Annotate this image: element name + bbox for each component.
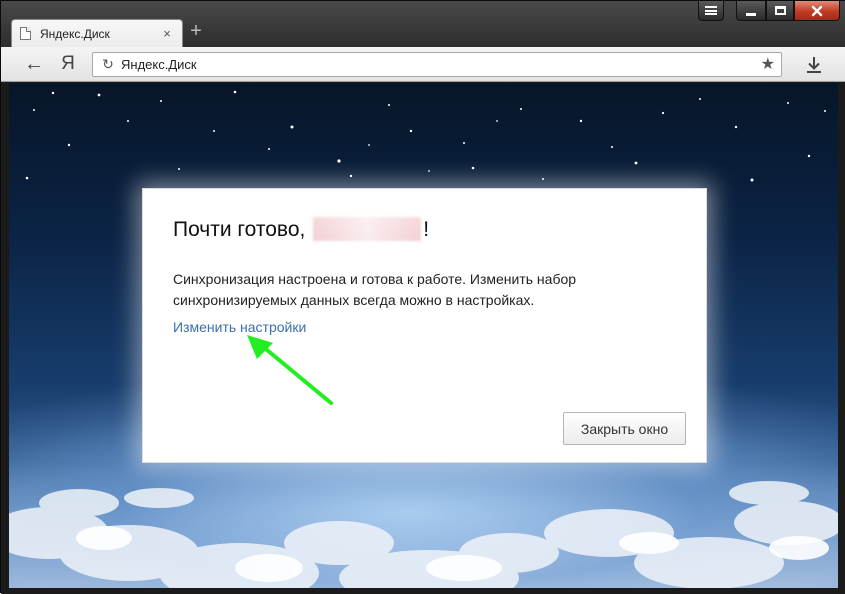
close-window-button[interactable]: Закрыть окно [563, 412, 686, 445]
browser-menu-button[interactable] [698, 1, 724, 21]
address-bar[interactable]: ↻ Яндекс.Диск ★ [92, 52, 782, 77]
address-text[interactable]: Яндекс.Диск [121, 57, 197, 73]
dialog-title-prefix: Почти готово, [173, 218, 306, 241]
annotation-arrow [247, 335, 333, 405]
hamburger-icon [705, 6, 717, 15]
download-icon [807, 56, 821, 73]
page-viewport: Почти готово, ! Синхронизация настроена … [9, 83, 838, 588]
window-right-edge [838, 83, 845, 594]
title-bar: Яндекс.Диск × + [1, 1, 845, 47]
minimize-button[interactable] [736, 1, 766, 21]
window-controls [698, 1, 840, 21]
browser-window: Яндекс.Диск × + ← Я ↻ Яндекс.Диск ★ Почт… [0, 0, 845, 594]
maximize-icon [774, 6, 786, 15]
blurred-username [313, 217, 422, 241]
star-icon[interactable]: ★ [761, 55, 775, 75]
dialog-body-text: Синхронизация настроена и готова к работ… [173, 271, 577, 308]
tab-yandex-disk[interactable]: Яндекс.Диск × [11, 19, 183, 47]
new-tab-button[interactable]: + [187, 21, 205, 41]
browser-toolbar: ← Я ↻ Яндекс.Диск ★ [1, 47, 845, 82]
minimize-icon [746, 12, 756, 16]
window-bottom-edge [1, 588, 845, 594]
tab-title: Яндекс.Диск [40, 26, 110, 41]
dialog-title-suffix: ! [423, 218, 430, 241]
page-icon [20, 27, 31, 40]
maximize-button[interactable] [766, 1, 794, 21]
back-button[interactable]: ← [23, 54, 45, 74]
tab-close-icon[interactable]: × [160, 26, 174, 41]
yandex-logo[interactable]: Я [59, 53, 77, 75]
close-icon [811, 5, 823, 16]
sync-ready-dialog: Почти готово, ! Синхронизация настроена … [142, 188, 707, 463]
window-close-button[interactable] [794, 1, 840, 21]
reload-icon[interactable]: ↻ [100, 56, 116, 73]
downloads-button[interactable] [799, 52, 829, 77]
window-left-edge [1, 83, 9, 594]
dialog-title: Почти готово, ! [173, 217, 429, 243]
